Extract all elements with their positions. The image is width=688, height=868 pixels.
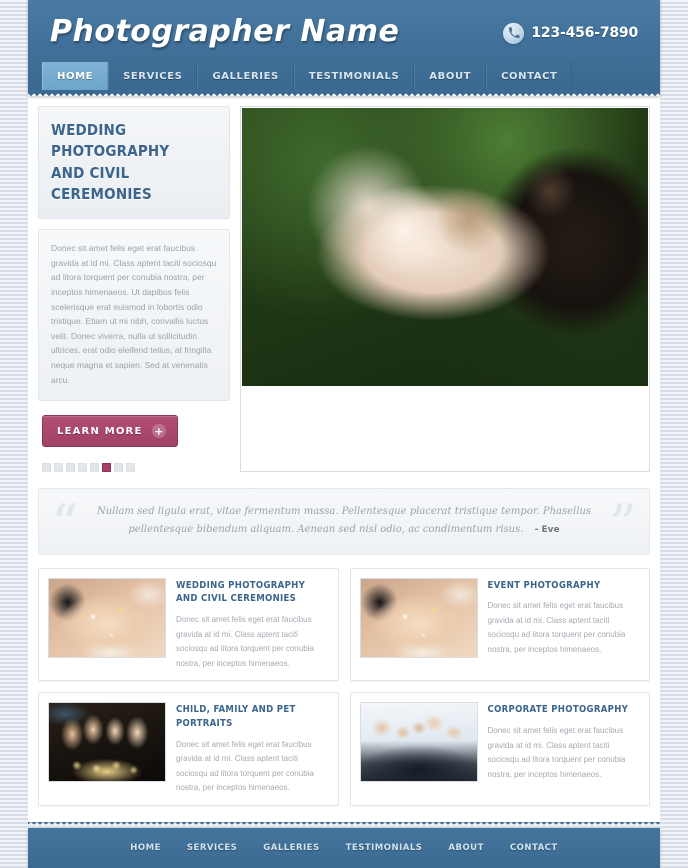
header-phone[interactable]: 123-456-7890: [503, 19, 638, 44]
header-sawtooth-edge: [28, 90, 660, 96]
slider-dot-2[interactable]: [54, 463, 63, 473]
hero-title: WEDDING PHOTOGRAPHY AND CIVIL CEREMONIES: [51, 120, 219, 205]
slider-dot-7[interactable]: [114, 463, 123, 473]
slider-dot-4[interactable]: [78, 463, 87, 473]
service-thumbnail[interactable]: [359, 577, 478, 658]
hero-section: WEDDING PHOTOGRAPHY AND CIVIL CEREMONIES…: [28, 96, 660, 480]
slider-dot-5[interactable]: [90, 463, 99, 473]
testimonial-quote: “ Nullam sed ligula erat, vitae fermentu…: [38, 488, 650, 557]
site-header: Photographer Name 123-456-7890 HOME SERVI…: [28, 0, 660, 96]
hero-title-line-1: WEDDING PHOTOGRAPHY: [51, 121, 170, 161]
quote-author: - Eve: [534, 524, 560, 535]
slider-pagination: [38, 447, 230, 473]
quote-close-icon: ”: [609, 493, 637, 557]
hero-photo: [242, 108, 648, 386]
quote-text-block: Nullam sed ligula erat, vitae fermentum …: [83, 503, 605, 538]
site-logo[interactable]: Photographer Name: [50, 14, 399, 49]
main-navigation: HOME SERVICES GALLERIES TESTIMONIALS ABOUT CO…: [28, 62, 660, 90]
service-card[interactable]: CHILD, FAMILY AND PET PORTRAITS Donec sit…: [38, 692, 339, 806]
service-text: Donec sit amet felis eget erat faucibus …: [176, 615, 314, 668]
plus-icon: +: [152, 424, 167, 439]
page-wrapper: Photographer Name 123-456-7890 HOME SERVI…: [28, 0, 660, 868]
footer-nav-item-testimonials[interactable]: TESTIMONIALS: [346, 843, 423, 853]
nav-item-galleries[interactable]: GALLERIES: [197, 62, 294, 90]
slider-dot-3[interactable]: [66, 463, 75, 473]
slider-dot-6[interactable]: [102, 463, 111, 473]
hero-photo-art: [242, 108, 648, 386]
nav-item-services[interactable]: SERVICES: [108, 62, 198, 90]
footer-nav-item-about[interactable]: ABOUT: [448, 843, 483, 853]
service-title[interactable]: CHILD, FAMILY AND PET PORTRAITS: [176, 703, 329, 731]
nav-item-contact[interactable]: CONTACT: [486, 62, 573, 90]
slider-dot-8[interactable]: [126, 463, 135, 473]
service-card-body: WEDDING PHOTOGRAPHY AND CIVIL CEREMONIES…: [176, 578, 329, 672]
service-text: Donec sit amet felis eget erat faucibus …: [487, 726, 626, 779]
phone-number: 123-456-7890: [531, 25, 638, 41]
slider-dot-1[interactable]: [42, 463, 51, 473]
service-card[interactable]: CORPORATE PHOTOGRAPHY Donec sit amet feli…: [349, 692, 650, 806]
nav-item-about[interactable]: ABOUT: [414, 62, 487, 90]
service-title[interactable]: CORPORATE PHOTOGRAPHY: [488, 703, 641, 717]
hero-text-column: WEDDING PHOTOGRAPHY AND CIVIL CEREMONIES…: [38, 106, 240, 473]
service-title[interactable]: WEDDING PHOTOGRAPHY AND CIVIL CEREMONIES: [176, 579, 329, 607]
footer-nav-item-services[interactable]: SERVICES: [187, 843, 237, 853]
nav-item-home[interactable]: HOME: [42, 62, 109, 90]
footer-nav-item-contact[interactable]: CONTACT: [510, 843, 558, 853]
header-top-bar: Photographer Name 123-456-7890: [28, 0, 660, 62]
nav-item-testimonials[interactable]: TESTIMONIALS: [293, 62, 415, 90]
hero-actions: LEARN MORE +: [38, 401, 230, 448]
hero-body-text: Donec sit amet felis eget erat faucibus …: [51, 243, 217, 385]
learn-more-button[interactable]: LEARN MORE +: [42, 415, 179, 448]
service-card[interactable]: EVENT PHOTOGRAPHY Donec sit amet felis eg…: [349, 567, 650, 682]
hero-body-box: Donec sit amet felis eget erat faucibus …: [38, 229, 230, 402]
learn-more-label: LEARN MORE: [57, 425, 143, 437]
service-thumbnail-art: [360, 578, 477, 657]
service-text: Donec sit amet felis eget erat faucibus …: [487, 601, 626, 654]
service-thumbnail[interactable]: [48, 702, 166, 783]
hero-title-box: WEDDING PHOTOGRAPHY AND CIVIL CEREMONIES: [38, 106, 230, 220]
hero-image-frame[interactable]: [240, 106, 650, 473]
service-thumbnail-art: [49, 578, 165, 657]
main-content: WEDDING PHOTOGRAPHY AND CIVIL CEREMONIES…: [28, 96, 660, 822]
site-footer: HOME SERVICES GALLERIES TESTIMONIALS ABOUT CO…: [28, 827, 660, 868]
service-thumbnail[interactable]: [359, 702, 478, 783]
service-card[interactable]: WEDDING PHOTOGRAPHY AND CIVIL CEREMONIES…: [38, 567, 339, 682]
quote-text: Nullam sed ligula erat, vitae fermentum …: [96, 506, 592, 535]
footer-nav-item-galleries[interactable]: GALLERIES: [263, 843, 319, 853]
service-thumbnail-art: [360, 703, 477, 782]
service-card-body: EVENT PHOTOGRAPHY Donec sit amet felis eg…: [488, 578, 641, 672]
service-thumbnail-art: [49, 703, 165, 782]
service-title[interactable]: EVENT PHOTOGRAPHY: [488, 579, 641, 593]
service-thumbnail[interactable]: [48, 577, 166, 658]
quote-open-icon: “: [51, 493, 79, 557]
service-card-body: CHILD, FAMILY AND PET PORTRAITS Donec sit…: [176, 702, 329, 796]
hero-title-line-2: AND CIVIL CEREMONIES: [51, 163, 152, 203]
service-text: Donec sit amet felis eget erat faucibus …: [176, 739, 314, 793]
footer-nav-item-home[interactable]: HOME: [130, 843, 161, 853]
service-card-body: CORPORATE PHOTOGRAPHY Donec sit amet feli…: [488, 702, 641, 796]
services-grid: WEDDING PHOTOGRAPHY AND CIVIL CEREMONIES…: [28, 565, 660, 822]
phone-icon: [503, 22, 525, 44]
